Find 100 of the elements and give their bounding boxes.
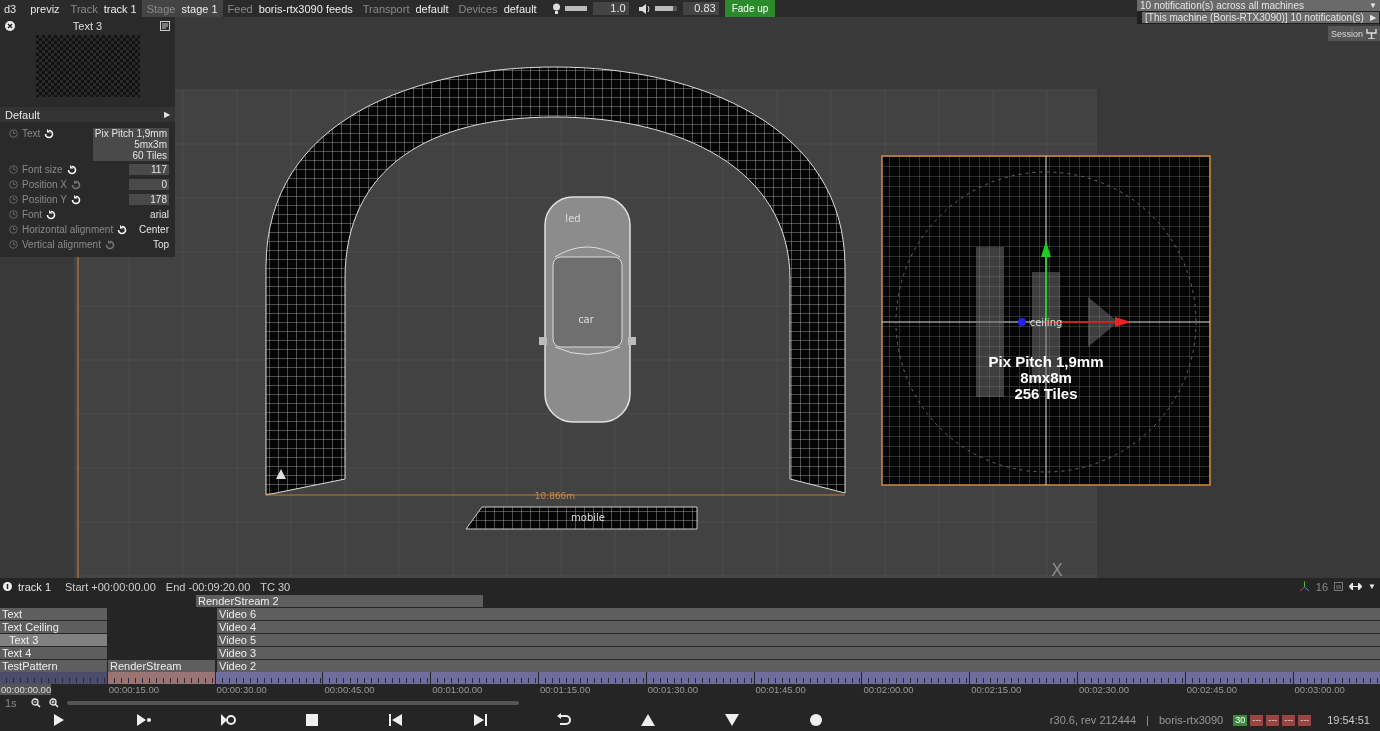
- status-indicator: ---: [1266, 714, 1280, 726]
- fade-up-button[interactable]: Fade up: [724, 0, 776, 17]
- layer-bar[interactable]: Video 2: [217, 660, 1380, 672]
- property-value[interactable]: arial: [150, 209, 169, 220]
- loop-icon[interactable]: [220, 713, 236, 727]
- close-icon[interactable]: [5, 21, 15, 31]
- object-label: car: [578, 314, 594, 325]
- toolbar-field[interactable]: Track track 1: [65, 0, 142, 17]
- value-field[interactable]: 178: [129, 194, 169, 205]
- time-label: 00:02:45.00: [1185, 684, 1237, 695]
- ruler-segment[interactable]: [1077, 672, 1185, 684]
- time-label: 00:01:00.00: [431, 684, 483, 695]
- status-indicator: 30: [1233, 714, 1248, 726]
- brightness-field[interactable]: 1.0: [592, 2, 629, 15]
- ruler-segment[interactable]: [970, 672, 1077, 684]
- track-name[interactable]: track 1: [18, 580, 51, 593]
- value-field[interactable]: 117: [129, 164, 169, 175]
- save-icon[interactable]: [160, 21, 170, 31]
- toolbar-field[interactable]: Stage stage 1: [141, 0, 223, 17]
- session-button[interactable]: Session: [1327, 26, 1380, 41]
- ruler-segment[interactable]: [1293, 672, 1380, 684]
- ruler-segment[interactable]: [539, 672, 646, 684]
- notification-row[interactable]: [This machine (Boris-RTX3090)] 10 notification(s) ▶: [1142, 12, 1379, 23]
- section-header[interactable]: Default ▶: [0, 107, 175, 122]
- end-time: End -00:09:20.00: [165, 580, 251, 593]
- up-triangle-icon[interactable]: [640, 713, 656, 727]
- clock-text: 19:54:51: [1327, 714, 1370, 726]
- clock-icon: [9, 225, 18, 234]
- property-value[interactable]: Center: [139, 224, 169, 235]
- toolbar-field[interactable]: Transport default: [357, 0, 454, 17]
- property-label: Text: [22, 128, 41, 139]
- property-label: Font: [22, 209, 42, 220]
- time-label: 00:00:30.00: [215, 684, 267, 695]
- clock-icon: [9, 165, 18, 174]
- ruler-segment[interactable]: [215, 672, 323, 684]
- slider-fill[interactable]: [654, 6, 673, 11]
- zoom-out-icon[interactable]: [30, 697, 41, 708]
- ruler-segment[interactable]: [754, 672, 862, 684]
- stop-icon[interactable]: [304, 713, 320, 727]
- separator-text: |: [1146, 714, 1149, 726]
- volume-field[interactable]: 0.83: [682, 2, 719, 15]
- screen-text-line: Pix Pitch 1,9mm: [988, 353, 1104, 370]
- time-label: 00:02:15.00: [970, 684, 1022, 695]
- notification-dropdown[interactable]: 10 notification(s) across all machines ▼: [1137, 0, 1380, 11]
- value-field[interactable]: Pix Pitch 1,9mm 5mx3m 60 Tiles: [92, 128, 169, 161]
- track-icon[interactable]: [3, 582, 12, 591]
- zoom-in-icon[interactable]: [48, 697, 59, 708]
- toolbar-field[interactable]: Devices default: [453, 0, 542, 17]
- axis-marker: X: [1051, 560, 1063, 578]
- value-field[interactable]: 0: [129, 179, 169, 190]
- skip-forward-icon[interactable]: [472, 713, 488, 727]
- ruler-segment[interactable]: [323, 672, 431, 684]
- layer-bar[interactable]: RenderStream: [108, 660, 215, 672]
- play-to-marker-icon[interactable]: [136, 713, 152, 727]
- clock-icon: [9, 240, 18, 249]
- ruler-segment[interactable]: [862, 672, 970, 684]
- down-triangle-icon[interactable]: [724, 713, 740, 727]
- clock-icon: [9, 195, 18, 204]
- layer-bar[interactable]: Text: [0, 608, 107, 620]
- slider-fill[interactable]: [564, 6, 587, 11]
- network-icon: [1366, 28, 1377, 39]
- timeline-scrollbar[interactable]: [66, 700, 519, 705]
- layer-bar[interactable]: Text 4: [0, 647, 107, 659]
- ruler-segment[interactable]: [107, 672, 215, 684]
- machine-name: boris-rtx3090: [1158, 714, 1224, 726]
- record-icon[interactable]: [808, 713, 824, 727]
- layer-bar[interactable]: Video 4: [217, 621, 1380, 633]
- ruler-segment[interactable]: [431, 672, 538, 684]
- mode-label[interactable]: previz: [30, 2, 60, 15]
- property-value[interactable]: Top: [152, 239, 169, 250]
- time-label: 00:03:00.00: [1293, 684, 1345, 695]
- object-label: led: [565, 213, 581, 224]
- time-label: 00:01:30.00: [646, 684, 698, 695]
- menu-toggle[interactable]: ▼: [1368, 582, 1376, 591]
- time-label: 00:02:00.00: [862, 684, 914, 695]
- property-label: Position X: [22, 179, 68, 190]
- ruler-segment[interactable]: [646, 672, 754, 684]
- panel-title: Text 3: [72, 20, 103, 32]
- object-label: mobile: [571, 512, 605, 523]
- layer-bar[interactable]: Text 3: [0, 634, 107, 646]
- app-name: d3: [4, 2, 17, 15]
- layer-bar[interactable]: Video 3: [217, 647, 1380, 659]
- layer-bar[interactable]: Text Ceiling: [0, 621, 107, 633]
- clock-icon: [9, 210, 18, 219]
- layers-icon[interactable]: [1334, 582, 1344, 591]
- return-icon[interactable]: [556, 713, 572, 727]
- axes-icon[interactable]: [1298, 581, 1310, 592]
- ruler-segment[interactable]: [1185, 672, 1293, 684]
- expand-icon[interactable]: [1349, 583, 1363, 590]
- layer-bar[interactable]: RenderStream 2: [196, 595, 483, 607]
- layer-bar[interactable]: Video 5: [217, 634, 1380, 646]
- layer-count: 16: [1315, 580, 1329, 593]
- time-label: 00:00:15.00: [107, 684, 159, 695]
- screen-text-line: 256 Tiles: [1014, 385, 1078, 402]
- toolbar-field[interactable]: Feed boris-rtx3090 feeds: [222, 0, 358, 17]
- property-label: Font size: [22, 164, 63, 175]
- layer-bar[interactable]: TestPattern: [0, 660, 107, 672]
- dimension-label: 10.866m: [534, 491, 576, 501]
- skip-back-icon[interactable]: [388, 713, 404, 727]
- layer-bar[interactable]: Video 6: [217, 608, 1380, 620]
